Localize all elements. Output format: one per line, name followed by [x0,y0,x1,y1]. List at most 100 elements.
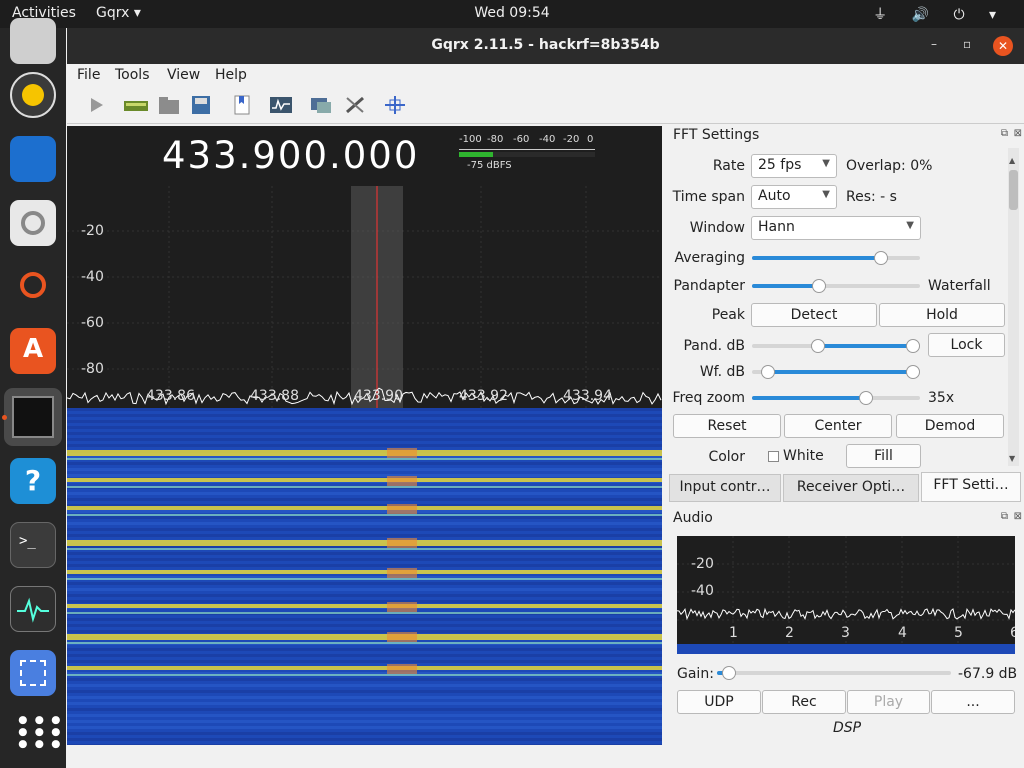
save-icon[interactable] [189,94,213,116]
bookmark-icon[interactable] [231,94,255,116]
fill-button[interactable]: Fill [846,444,921,468]
split-handle[interactable] [812,279,827,293]
scroll-up-icon[interactable]: ▲ [1009,156,1015,165]
freq-zoom-slider[interactable] [752,391,920,405]
system-monitor-icon[interactable] [10,586,56,632]
writer-icon[interactable] [10,136,56,182]
terminal-icon[interactable]: >_ [10,522,56,568]
demod-button[interactable]: Demod [896,414,1004,438]
close-button[interactable]: ✕ [993,36,1013,56]
fft-settings-title: FFT Settings [673,127,760,143]
chevron-down-icon: ▼ [822,189,830,200]
waterfall-display[interactable] [67,408,662,745]
play-button[interactable]: Play [847,690,930,714]
scrollbar-thumb[interactable] [1009,170,1018,210]
timespan-combo[interactable]: Auto ▼ [751,185,837,209]
waterfall-row [67,708,662,711]
wf-db-range-slider[interactable] [752,365,920,379]
waterfall-label: Waterfall [928,278,991,294]
waterfall-row [67,438,662,441]
gain-handle[interactable] [721,666,736,680]
white-checkbox[interactable] [768,451,779,462]
window-titlebar[interactable]: Gqrx 2.11.5 - hackrf=8b354b – ▫ ✕ [67,28,1024,64]
gain-slider[interactable] [717,666,951,680]
waterfall-row [67,564,662,567]
show-apps-icon[interactable]: ∙∙∙ ∙∙∙ ∙∙∙ [10,706,65,760]
screenshot-icon[interactable] [10,650,56,696]
menu-file[interactable]: File [77,67,100,83]
hold-button[interactable]: Hold [879,303,1005,327]
rhythmbox-icon[interactable] [10,72,56,118]
menu-view[interactable]: View [167,67,200,83]
lock-button[interactable]: Lock [928,333,1005,357]
top-bar: Activities Gqrx ▾ Wed 09:54 ⏚ 🔊 ⏻ ▾ [0,0,1024,28]
tab-input-controls[interactable]: Input contr… [669,474,781,502]
rate-value: 25 fps [758,157,802,173]
device-icon[interactable] [123,94,148,116]
waterfall-row [67,462,662,465]
software-icon[interactable]: A [10,328,56,374]
files-icon[interactable] [10,18,56,64]
system-tray[interactable]: ⏚ 🔊 ⏻ ▾ [873,4,1006,24]
scrollbar[interactable]: ▲ ▼ [1008,148,1019,466]
udp-button[interactable]: UDP [677,690,761,714]
remote-control-icon[interactable] [309,94,333,116]
clock[interactable]: Wed 09:54 [0,5,1024,21]
podcast-icon[interactable] [10,264,56,310]
pand-db-max-handle[interactable] [906,339,920,353]
averaging-slider[interactable] [752,251,920,265]
y-tick-label: -40 [691,583,714,599]
rec-button[interactable]: Rec [762,690,846,714]
menu-help[interactable]: Help [215,67,247,83]
close-panel-icon[interactable]: ⊠ [1014,128,1022,139]
y-tick-label: -20 [691,556,714,572]
tab-fft-settings[interactable]: FFT Setti… [921,472,1021,502]
x-tick-label: 5 [954,625,963,641]
close-panel-icon[interactable]: ⊠ [1014,511,1022,522]
minimize-button[interactable]: – [931,37,937,51]
menu-tools[interactable]: Tools [115,67,150,83]
audio-title: Audio [673,510,713,526]
detect-button[interactable]: Detect [751,303,877,327]
more-button[interactable]: ... [931,690,1015,714]
carrier-hotspot [387,602,417,612]
fullscreen-icon[interactable] [383,94,407,116]
audio-fft-plot[interactable]: -20 -40 1 2 3 4 5 6 [677,536,1015,654]
tools-icon[interactable] [343,94,367,116]
pand-db-min-handle[interactable] [811,339,825,353]
waterfall-row [67,474,662,477]
help-icon[interactable]: ? [10,458,56,504]
play-icon[interactable] [85,94,109,116]
waterfall-row [67,408,662,411]
float-icon[interactable]: ⧉ [1001,128,1008,139]
signal-burst [67,450,662,456]
spectrum-icon[interactable] [269,94,293,116]
x-tick-label: 433.88 [250,388,299,404]
waterfall-row [67,510,662,513]
freq-zoom-handle[interactable] [859,391,874,405]
y-tick-label: -40 [81,269,104,285]
center-button[interactable]: Center [784,414,892,438]
gqrx-icon[interactable] [4,388,62,446]
wf-db-min-handle[interactable] [761,365,775,379]
tab-receiver-options[interactable]: Receiver Opti… [783,474,919,502]
open-folder-icon[interactable] [157,94,181,116]
window-combo[interactable]: Hann ▼ [751,216,921,240]
wf-db-max-handle[interactable] [906,365,920,379]
reset-button[interactable]: Reset [673,414,781,438]
dock: A ? >_ ∙∙∙ ∙∙∙ ∙∙∙ [0,18,66,768]
pandapter-plot[interactable]: 433.900.000 -100 -80 -60 -40 -20 0 -75 d… [67,126,662,408]
maximize-button[interactable]: ▫ [963,37,971,51]
pand-db-range-slider[interactable] [752,339,920,353]
float-icon[interactable]: ⧉ [1001,511,1008,522]
freq-zoom-fill [752,396,867,400]
scroll-down-icon[interactable]: ▼ [1009,454,1015,463]
averaging-handle[interactable] [874,251,889,265]
waterfall-row [67,738,662,741]
wf-db-label: Wf. dB [699,364,745,380]
menu-bar: File Tools View Help [67,64,1024,88]
frequency-display[interactable]: 433.900.000 [162,134,419,177]
rate-combo[interactable]: 25 fps ▼ [751,154,837,178]
split-slider[interactable] [752,279,920,293]
settings-icon[interactable] [10,200,56,246]
